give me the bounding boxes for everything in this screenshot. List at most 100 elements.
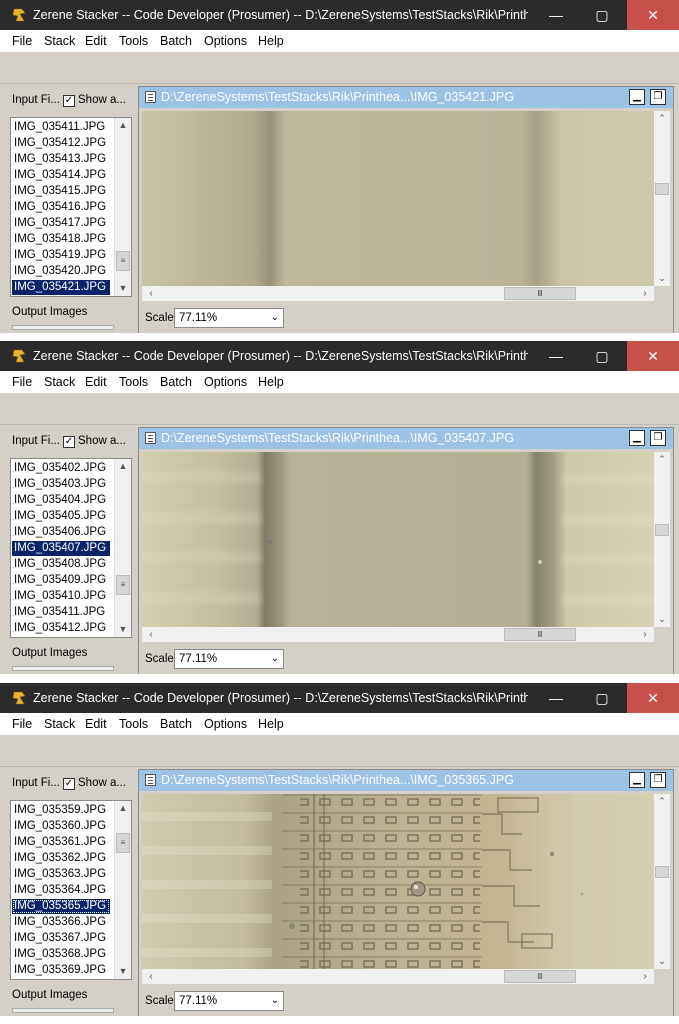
- scroll-left-icon[interactable]: ‹: [144, 969, 158, 984]
- list-item[interactable]: IMG_035412.JPG: [12, 621, 110, 636]
- image-vertical-scrollbar[interactable]: ⌃ ⌄: [654, 452, 670, 627]
- output-images-strip[interactable]: [12, 1008, 114, 1013]
- maximize-button[interactable]: ▢: [579, 683, 625, 713]
- scroll-thumb[interactable]: [655, 524, 669, 536]
- scroll-up-icon[interactable]: ▲: [115, 459, 131, 473]
- file-list-scrollbar[interactable]: ▲ ≡ ▼: [114, 118, 131, 296]
- image-title-bar[interactable]: D:\ZereneSystems\TestStacks\Rik\Printhea…: [139, 770, 673, 791]
- scroll-left-icon[interactable]: ‹: [144, 286, 158, 301]
- menu-stack[interactable]: Stack: [44, 375, 75, 389]
- image-minimize-button[interactable]: ▁: [629, 89, 645, 105]
- list-item[interactable]: IMG_035416.JPG: [12, 200, 110, 215]
- list-item[interactable]: IMG_035367.JPG: [12, 931, 110, 946]
- list-item[interactable]: IMG_035413.JPG: [12, 152, 110, 167]
- output-images-strip[interactable]: [12, 666, 114, 671]
- scroll-thumb[interactable]: [655, 183, 669, 195]
- menu-batch[interactable]: Batch: [160, 717, 192, 731]
- list-item[interactable]: IMG_035411.JPG: [12, 120, 110, 135]
- list-item[interactable]: IMG_035406.JPG: [12, 525, 110, 540]
- scroll-down-icon[interactable]: ▼: [115, 964, 131, 978]
- image-title-bar[interactable]: D:\ZereneSystems\TestStacks\Rik\Printhea…: [139, 428, 673, 449]
- scroll-left-icon[interactable]: ‹: [144, 627, 158, 642]
- image-title-bar[interactable]: D:\ZereneSystems\TestStacks\Rik\Printhea…: [139, 87, 673, 108]
- image-restore-button[interactable]: ❐: [650, 89, 666, 105]
- menu-tools[interactable]: Tools: [119, 375, 148, 389]
- menu-options[interactable]: Options: [204, 375, 247, 389]
- scroll-thumb[interactable]: Ⅲ: [504, 287, 576, 300]
- list-item[interactable]: IMG_035420.JPG: [12, 264, 110, 279]
- list-item[interactable]: IMG_035363.JPG: [12, 867, 110, 882]
- list-item[interactable]: IMG_035405.JPG: [12, 509, 110, 524]
- scroll-thumb[interactable]: Ⅲ: [504, 970, 576, 983]
- scale-dropdown[interactable]: 77.11% ⌄: [174, 308, 284, 328]
- close-button[interactable]: ✕: [627, 0, 679, 30]
- list-item[interactable]: IMG_035362.JPG: [12, 851, 110, 866]
- list-item[interactable]: IMG_035410.JPG: [12, 589, 110, 604]
- maximize-button[interactable]: ▢: [579, 341, 625, 371]
- list-item[interactable]: IMG_035369.JPG: [12, 963, 110, 978]
- list-item[interactable]: IMG_035364.JPG: [12, 883, 110, 898]
- list-item[interactable]: IMG_035359.JPG: [12, 803, 110, 818]
- list-item-selected[interactable]: IMG_035421.JPG: [12, 280, 110, 295]
- scroll-up-icon[interactable]: ⌃: [654, 111, 670, 125]
- scroll-up-icon[interactable]: ▲: [115, 801, 131, 815]
- menu-batch[interactable]: Batch: [160, 34, 192, 48]
- list-item[interactable]: IMG_035419.JPG: [12, 248, 110, 263]
- menu-help[interactable]: Help: [258, 34, 284, 48]
- scroll-right-icon[interactable]: ›: [638, 627, 652, 642]
- menu-batch[interactable]: Batch: [160, 375, 192, 389]
- list-item[interactable]: IMG_035414.JPG: [12, 168, 110, 183]
- show-all-checkbox[interactable]: ✓: [63, 95, 75, 107]
- menu-help[interactable]: Help: [258, 375, 284, 389]
- list-item[interactable]: IMG_035418.JPG: [12, 232, 110, 247]
- menu-stack[interactable]: Stack: [44, 717, 75, 731]
- scroll-thumb[interactable]: ≡: [116, 833, 130, 853]
- scroll-right-icon[interactable]: ›: [638, 969, 652, 984]
- menu-tools[interactable]: Tools: [119, 34, 148, 48]
- scroll-thumb[interactable]: [655, 866, 669, 878]
- minimize-button[interactable]: —: [533, 0, 579, 30]
- minimize-button[interactable]: —: [533, 683, 579, 713]
- scroll-up-icon[interactable]: ⌃: [654, 794, 670, 808]
- image-restore-button[interactable]: ❐: [650, 430, 666, 446]
- scroll-thumb[interactable]: ≡: [116, 251, 130, 271]
- menu-options[interactable]: Options: [204, 717, 247, 731]
- image-minimize-button[interactable]: ▁: [629, 430, 645, 446]
- show-all-checkbox[interactable]: ✓: [63, 436, 75, 448]
- scroll-thumb[interactable]: Ⅲ: [504, 628, 576, 641]
- image-vertical-scrollbar[interactable]: ⌃ ⌄: [654, 794, 670, 969]
- scroll-right-icon[interactable]: ›: [638, 286, 652, 301]
- output-images-strip[interactable]: [12, 325, 114, 330]
- image-horizontal-scrollbar[interactable]: ‹ Ⅲ ›: [142, 627, 654, 642]
- list-item[interactable]: IMG_035403.JPG: [12, 477, 110, 492]
- menu-edit[interactable]: Edit: [85, 375, 107, 389]
- list-item[interactable]: IMG_035411.JPG: [12, 605, 110, 620]
- menu-help[interactable]: Help: [258, 717, 284, 731]
- list-item[interactable]: IMG_035368.JPG: [12, 947, 110, 962]
- scroll-up-icon[interactable]: ▲: [115, 118, 131, 132]
- scroll-down-icon[interactable]: ▼: [115, 622, 131, 636]
- image-restore-button[interactable]: ❐: [650, 772, 666, 788]
- image-horizontal-scrollbar[interactable]: ‹ Ⅲ ›: [142, 286, 654, 301]
- image-minimize-button[interactable]: ▁: [629, 772, 645, 788]
- image-viewport[interactable]: [142, 111, 654, 286]
- menu-stack[interactable]: Stack: [44, 34, 75, 48]
- minimize-button[interactable]: —: [533, 341, 579, 371]
- list-item[interactable]: IMG_035366.JPG: [12, 915, 110, 930]
- scroll-up-icon[interactable]: ⌃: [654, 452, 670, 466]
- image-horizontal-scrollbar[interactable]: ‹ Ⅲ ›: [142, 969, 654, 984]
- title-bar[interactable]: Zerene Stacker -- Code Developer (Prosum…: [0, 0, 679, 30]
- list-item[interactable]: IMG_035417.JPG: [12, 216, 110, 231]
- menu-file[interactable]: File: [12, 34, 32, 48]
- menu-file[interactable]: File: [12, 717, 32, 731]
- maximize-button[interactable]: ▢: [579, 0, 625, 30]
- file-list-scrollbar[interactable]: ▲ ≡ ▼: [114, 459, 131, 637]
- title-bar[interactable]: Zerene Stacker -- Code Developer (Prosum…: [0, 341, 679, 371]
- image-vertical-scrollbar[interactable]: ⌃ ⌄: [654, 111, 670, 286]
- image-viewport[interactable]: [142, 794, 654, 969]
- menu-file[interactable]: File: [12, 375, 32, 389]
- close-button[interactable]: ✕: [627, 341, 679, 371]
- scroll-down-icon[interactable]: ⌄: [654, 271, 670, 285]
- list-item[interactable]: IMG_035402.JPG: [12, 461, 110, 476]
- scale-dropdown[interactable]: 77.11% ⌄: [174, 991, 284, 1011]
